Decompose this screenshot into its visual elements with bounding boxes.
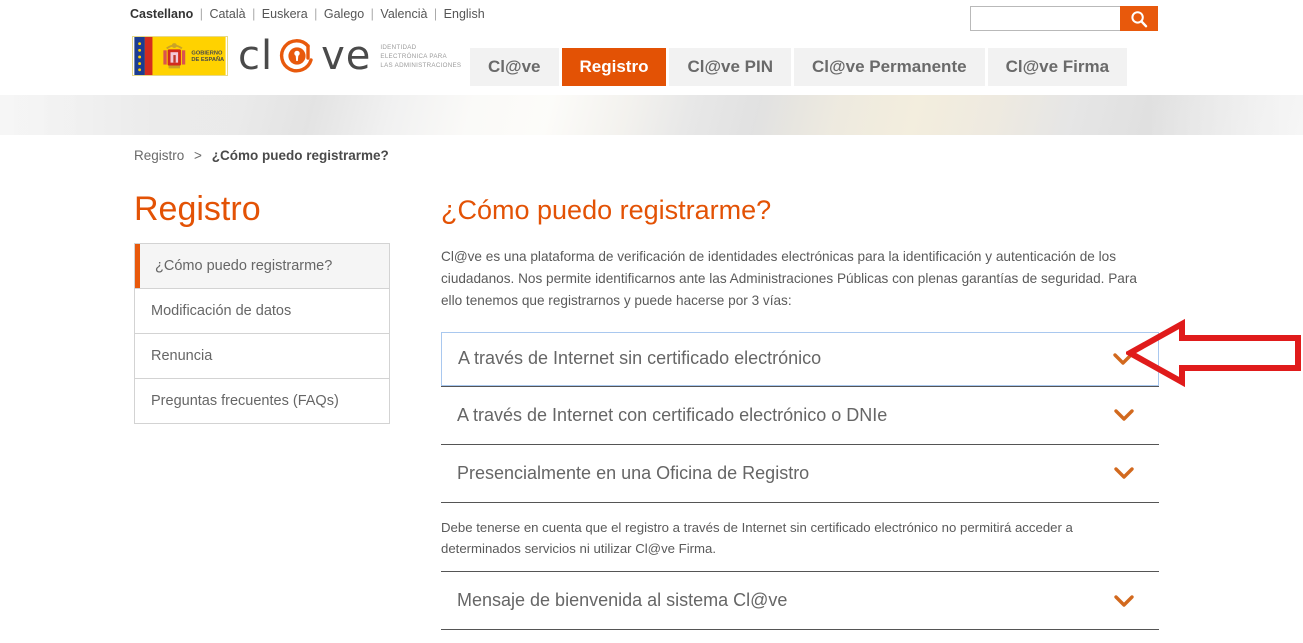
clave-wordmark: cl ve (238, 34, 371, 78)
chevron-down-icon[interactable] (1113, 408, 1135, 422)
language-separator: | (252, 7, 256, 21)
spain-government-flag-icon: GOBIERNO DE ESPAÑA (132, 36, 228, 76)
language-link-galego[interactable]: Galego (324, 7, 364, 21)
sidebar-item-label: ¿Cómo puedo registrarme? (155, 257, 333, 274)
sidebar-list: ¿Cómo puedo registrarme? Modificación de… (134, 242, 390, 424)
main-navigation: Cl@ve Registro Cl@ve PIN Cl@ve Permanent… (470, 48, 1128, 86)
accordion-item-label: A través de Internet con certificado ele… (457, 404, 888, 425)
sidebar-item-label: Modificación de datos (151, 302, 292, 319)
annotation-arrow-left-icon (1126, 318, 1301, 388)
page-root: Castellano | Català | Euskera | Galego |… (0, 0, 1303, 643)
breadcrumb-current: ¿Cómo puedo registrarme? (211, 148, 389, 163)
accordion-item-presencialmente-oficina[interactable]: Presencialmente en una Oficina de Regist… (441, 444, 1159, 503)
clave-wordmark-suffix: ve (321, 33, 372, 79)
nav-tab-clave-permanente[interactable]: Cl@ve Permanente (794, 48, 985, 86)
government-label-line2: DE ESPAÑA (191, 56, 224, 63)
language-separator: | (314, 7, 318, 21)
accordion-list: A través de Internet sin certificado ele… (441, 331, 1159, 631)
breadcrumb: Registro > ¿Cómo puedo registrarme? (134, 148, 389, 163)
page-title: ¿Cómo puedo registrarme? (441, 195, 772, 225)
sidebar-item-renuncia[interactable]: Renuncia (135, 333, 389, 379)
clave-at-symbol-icon (280, 39, 313, 73)
nav-tab-registro[interactable]: Registro (561, 48, 667, 86)
language-link-valencia[interactable]: Valencià (380, 7, 427, 21)
sidebar: Registro ¿Cómo puedo registrarme? Modifi… (134, 190, 390, 424)
chevron-down-icon[interactable] (1113, 466, 1135, 480)
main-content: ¿Cómo puedo registrarme? Cl@ve es una pl… (441, 195, 1161, 631)
sidebar-item-modificacion-de-datos[interactable]: Modificación de datos (135, 288, 389, 334)
language-link-catala[interactable]: Català (209, 7, 245, 21)
brand-tagline-line3: LAS ADMINISTRACIONES (380, 61, 462, 69)
nav-tab-clave[interactable]: Cl@ve (470, 48, 559, 86)
nav-tab-clave-pin[interactable]: Cl@ve PIN (669, 48, 792, 86)
sidebar-item-label: Preguntas frecuentes (FAQs) (151, 392, 339, 409)
government-label-line1: GOBIERNO (191, 51, 223, 57)
breadcrumb-separator: > (194, 148, 202, 163)
clave-wordmark-prefix: cl (238, 33, 274, 79)
sidebar-item-como-puedo-registrarme[interactable]: ¿Cómo puedo registrarme? (135, 243, 389, 289)
accordion-item-label: Mensaje de bienvenida al sistema Cl@ve (457, 590, 788, 611)
language-separator: | (433, 7, 438, 21)
language-link-euskera[interactable]: Euskera (262, 7, 308, 21)
search-box (970, 6, 1158, 31)
brand-tagline: IDENTIDAD ELECTRÓNICA PARA LAS ADMINISTR… (380, 41, 461, 71)
search-input[interactable] (970, 6, 1120, 31)
language-link-english[interactable]: English (444, 7, 485, 21)
accordion-item-label: Presencialmente en una Oficina de Regist… (457, 462, 810, 483)
header-banner-fade (0, 95, 1303, 135)
language-link-castellano[interactable]: Castellano (130, 7, 193, 21)
breadcrumb-link-registro[interactable]: Registro (134, 148, 184, 163)
brand-tagline-line2: ELECTRÓNICA PARA (380, 53, 447, 60)
language-separator: | (370, 7, 374, 21)
nav-tab-clave-firma[interactable]: Cl@ve Firma (987, 48, 1128, 86)
sidebar-item-preguntas-frecuentes[interactable]: Preguntas frecuentes (FAQs) (135, 378, 389, 424)
language-bar: Castellano | Català | Euskera | Galego |… (130, 7, 485, 21)
accordion-item-internet-con-certificado[interactable]: A través de Internet con certificado ele… (441, 386, 1159, 445)
language-separator: | (199, 7, 203, 21)
chevron-down-icon[interactable] (1113, 594, 1135, 608)
brand-logo[interactable]: GOBIERNO DE ESPAÑA cl ve IDENTIDAD ELECT… (132, 34, 461, 78)
accordion-item-mensaje-bienvenida[interactable]: Mensaje de bienvenida al sistema Cl@ve (441, 572, 1159, 631)
search-button[interactable] (1120, 6, 1158, 31)
note-paragraph: Debe tenerse en cuenta que el registro a… (441, 519, 1073, 557)
intro-paragraph: Cl@ve es una plataforma de verificación … (441, 248, 1137, 308)
sidebar-title: Registro (134, 190, 261, 228)
accordion-item-internet-sin-certificado[interactable]: A través de Internet sin certificado ele… (441, 331, 1159, 386)
sidebar-item-label: Renuncia (151, 347, 213, 364)
accordion-item-label: A través de Internet sin certificado ele… (458, 348, 822, 369)
search-icon (1131, 10, 1148, 27)
brand-tagline-line1: IDENTIDAD (380, 44, 417, 52)
